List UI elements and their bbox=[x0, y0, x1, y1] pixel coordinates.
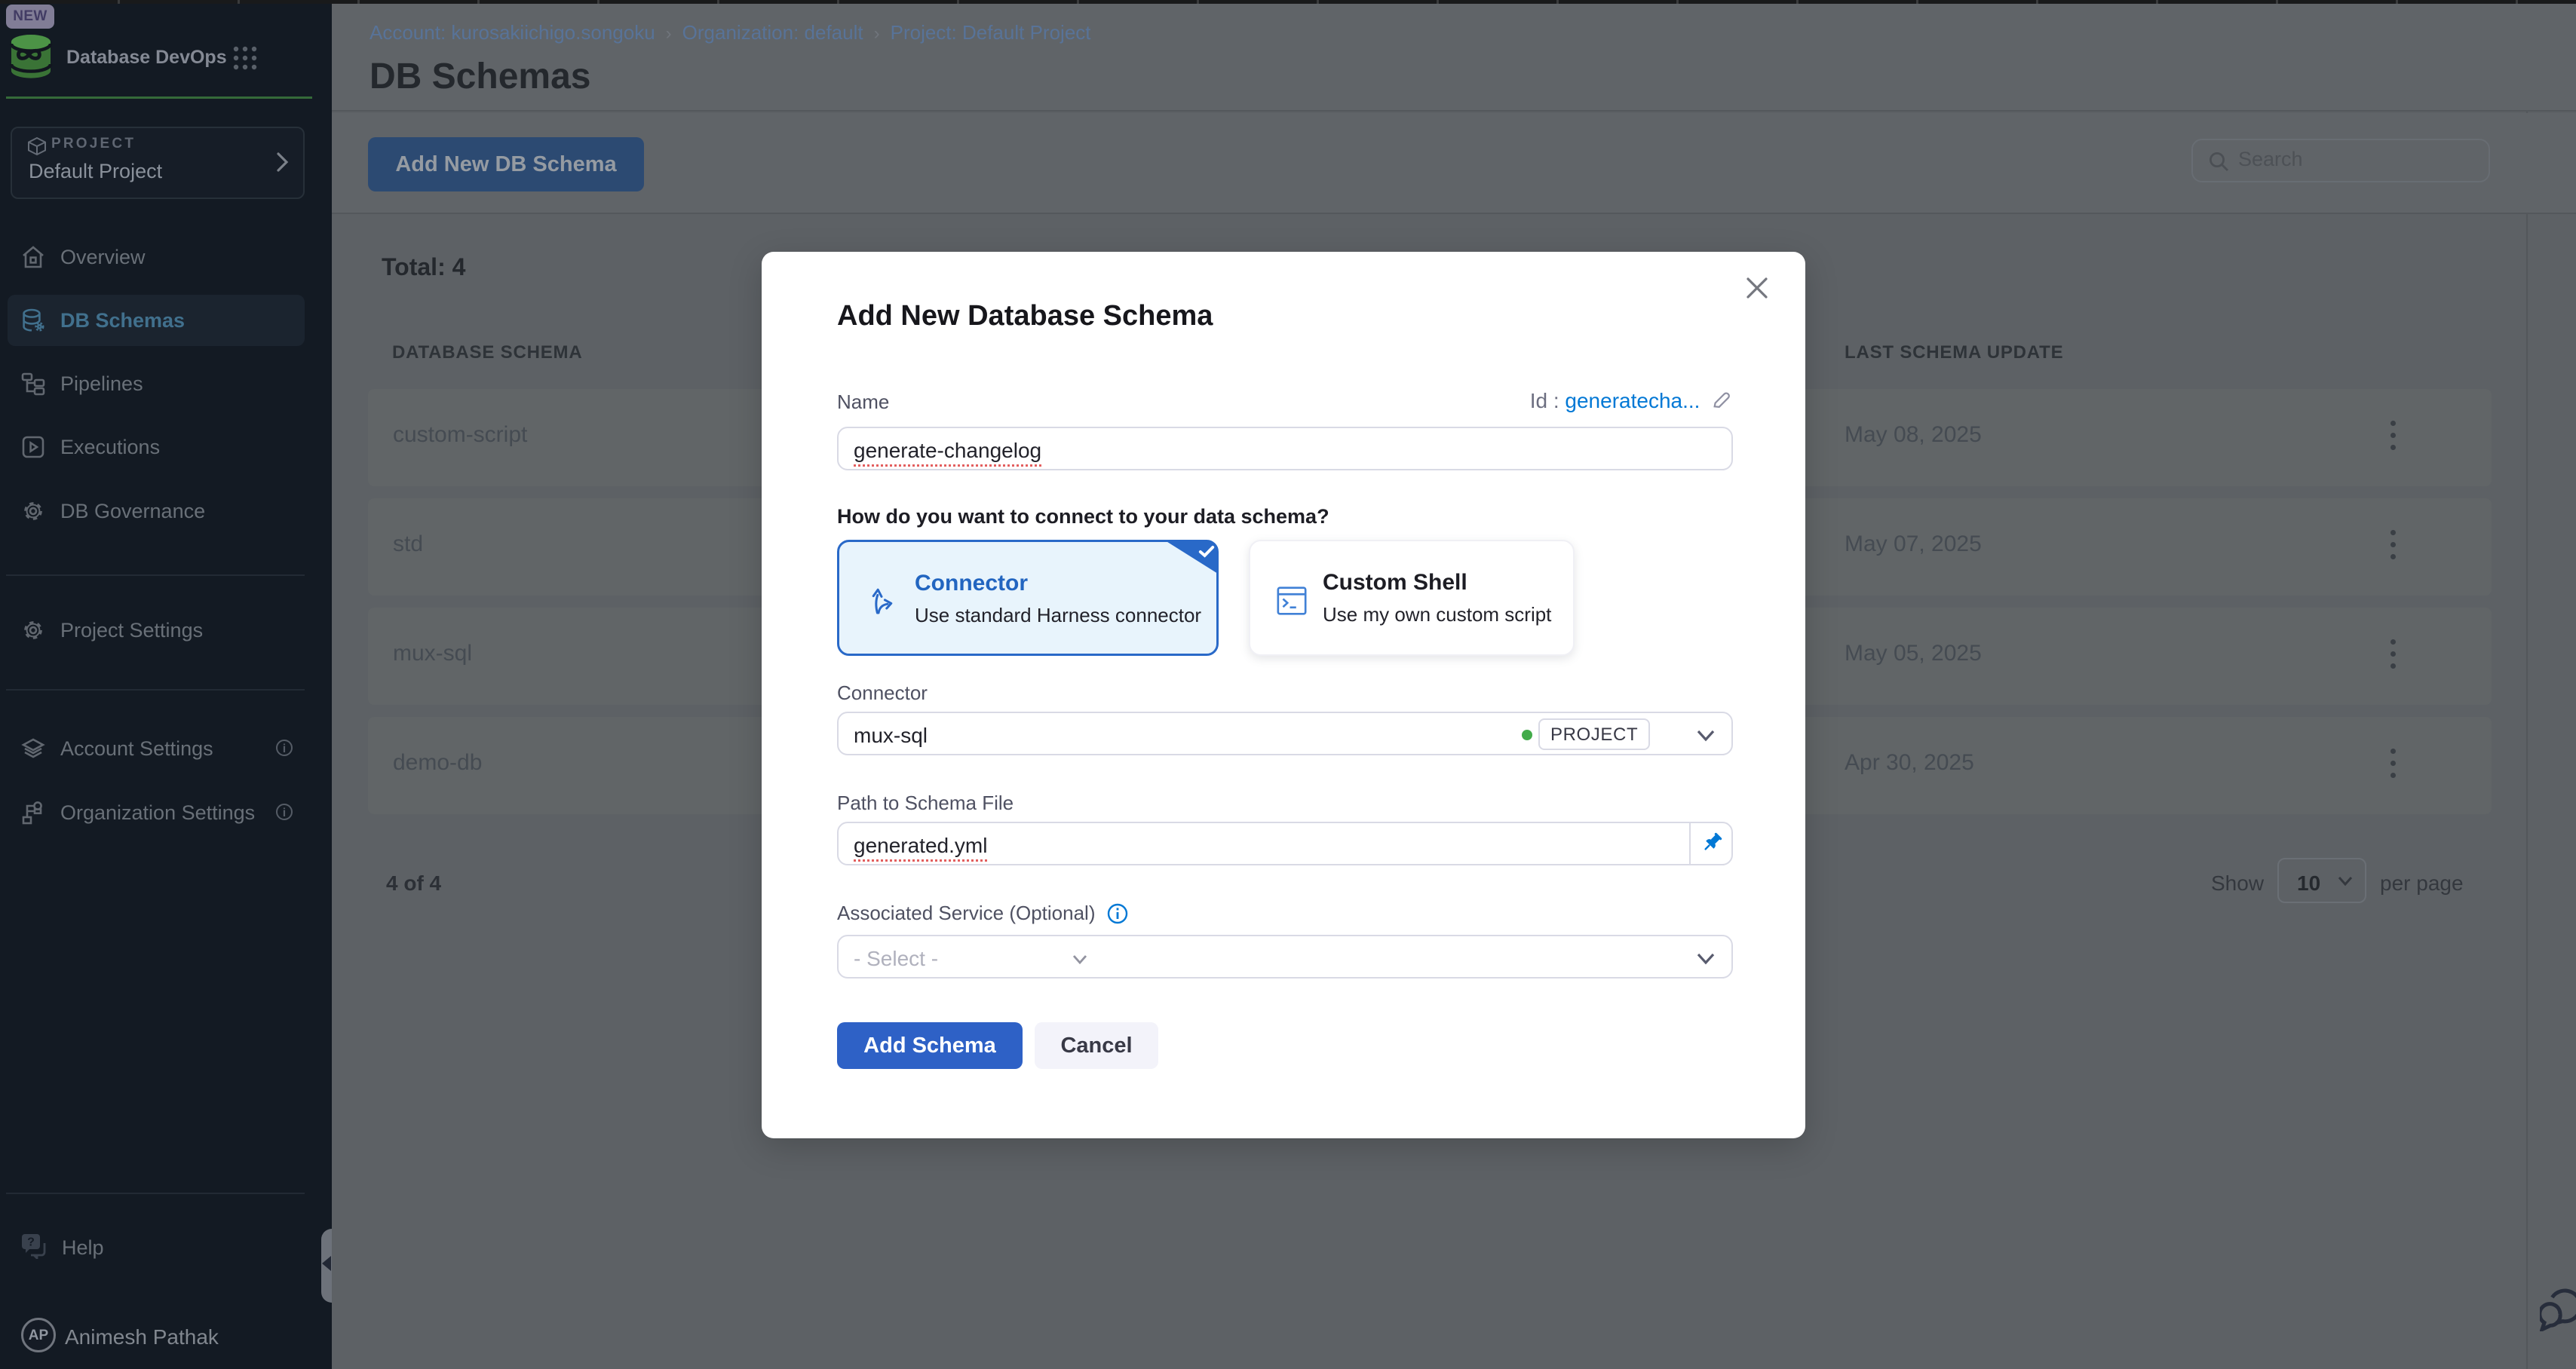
svg-text:?: ? bbox=[27, 1236, 35, 1249]
